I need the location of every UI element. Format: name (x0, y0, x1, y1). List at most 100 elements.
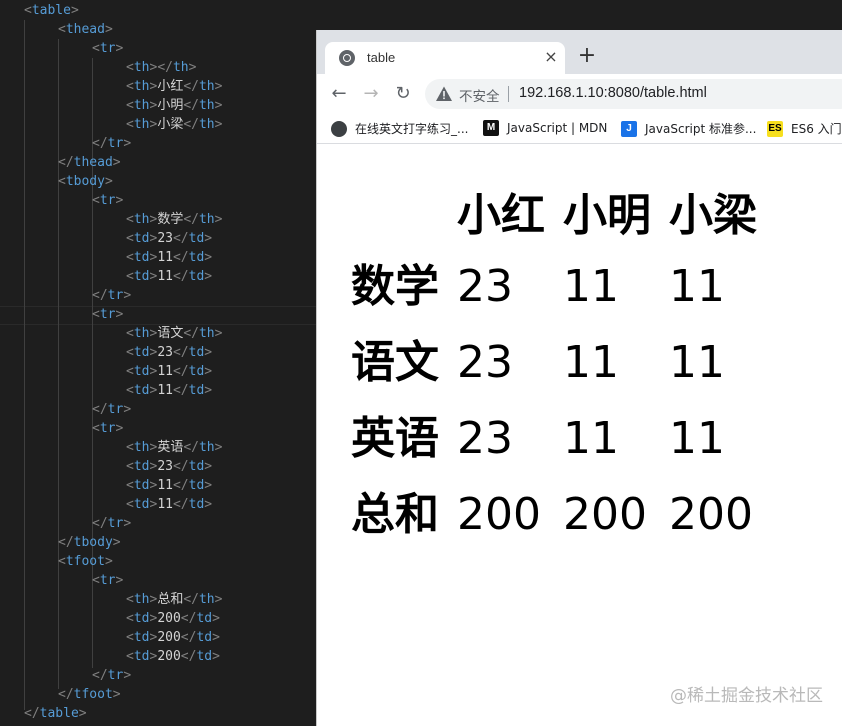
footer-cell: 200 (563, 489, 647, 540)
security-label[interactable]: 不安全 (459, 85, 500, 105)
header-cell: 小梁 (669, 190, 757, 241)
tag-bracket: > (204, 345, 213, 360)
tag-name: td (133, 250, 150, 265)
tag-name: tbody (73, 535, 113, 550)
tag-bracket: > (204, 231, 213, 246)
tag-name: tbody (65, 174, 105, 189)
globe-icon (331, 120, 347, 137)
cell-text: 23 (157, 231, 173, 246)
tag-bracket: </ (183, 98, 199, 113)
tag-bracket: < (92, 41, 100, 56)
tag-bracket: < (126, 440, 134, 455)
es-icon: ES (767, 120, 783, 137)
tag-name: th (198, 592, 215, 607)
forward-button[interactable]: → (359, 82, 383, 106)
tag-name: thead (73, 155, 113, 170)
tag-bracket: < (126, 611, 134, 626)
close-icon[interactable]: × (541, 47, 561, 67)
tag-name: th (198, 117, 215, 132)
cell-text: 语文 (157, 326, 184, 341)
tag-bracket: > (115, 307, 124, 322)
tab-strip: table × + (317, 30, 842, 74)
bookmark-item[interactable]: 在线英文打字练习_... (331, 120, 468, 138)
tag-bracket: </ (183, 592, 199, 607)
tag-name: tr (99, 421, 116, 436)
tag-bracket: </ (172, 459, 189, 474)
tag-bracket: > (123, 288, 132, 303)
tag-bracket: </ (172, 478, 189, 493)
tag-bracket: > (78, 706, 87, 721)
back-button[interactable]: ← (327, 82, 351, 106)
tag-bracket: < (126, 60, 134, 75)
tag-name: th (133, 212, 150, 227)
tag-bracket: < (126, 383, 134, 398)
tag-name: tr (107, 402, 124, 417)
tag-name: tr (99, 307, 116, 322)
tag-bracket: < (126, 79, 134, 94)
tag-bracket: < (126, 326, 134, 341)
tag-bracket: </ (172, 269, 189, 284)
cell-text: 11 (157, 250, 173, 265)
table-row: 数学 23 11 11 (349, 250, 771, 324)
tag-bracket: > (115, 193, 124, 208)
tag-name: tr (107, 288, 124, 303)
tag-bracket: < (126, 98, 134, 113)
tag-bracket: </ (58, 535, 74, 550)
new-tab-button[interactable]: + (575, 44, 599, 68)
bookmark-item[interactable]: J JavaScript 标准参... (621, 120, 756, 138)
tag-bracket: > (104, 174, 113, 189)
bookmark-label: JavaScript 标准参... (645, 122, 757, 136)
tag-bracket: > (204, 478, 213, 493)
tag-bracket: < (126, 250, 134, 265)
reload-button[interactable]: ↻ (391, 82, 415, 106)
tab-table[interactable]: table × (325, 42, 565, 74)
tag-name: td (188, 250, 205, 265)
url-text[interactable]: 192.168.1.10:8080/table.html (519, 85, 707, 101)
table-cell: 11 (563, 261, 619, 312)
cell-text: 200 (157, 649, 181, 664)
cell-text: 数学 (157, 212, 184, 227)
tag-name: th (198, 440, 215, 455)
address-bar[interactable]: 不安全 192.168.1.10:8080/table.html (425, 79, 842, 109)
tag-bracket: > (123, 516, 132, 531)
table-row: 语文 23 11 11 (349, 326, 771, 400)
tag-name: td (196, 649, 213, 664)
tag-bracket: > (204, 459, 213, 474)
tag-name: td (133, 630, 150, 645)
tag-name: td (133, 383, 150, 398)
bookmark-item[interactable]: M JavaScript | MDN (483, 120, 607, 138)
tag-bracket: > (214, 212, 223, 227)
row-header-cell: 语文 (351, 337, 439, 388)
tag-bracket: > (214, 326, 223, 341)
cell-text: 11 (157, 478, 173, 493)
tag-name: tr (99, 41, 116, 56)
tag-name: th (133, 79, 150, 94)
cell-text: 11 (157, 364, 173, 379)
tag-bracket: </ (58, 687, 74, 702)
tag-name: td (188, 459, 205, 474)
tag-name: th (198, 79, 215, 94)
table-cell: 11 (563, 413, 619, 464)
tag-name: tr (107, 136, 124, 151)
address-separator (508, 86, 509, 102)
tag-bracket: </ (183, 212, 199, 227)
bookmark-item[interactable]: ES ES6 入门教 (767, 120, 842, 138)
table-cell: 23 (457, 337, 513, 388)
mdn-icon: M (483, 120, 499, 136)
tag-name: tr (107, 516, 124, 531)
tag-name: td (133, 345, 150, 360)
tag-bracket: > (123, 668, 132, 683)
tag-bracket: < (126, 459, 134, 474)
tag-bracket: </ (92, 288, 108, 303)
tag-bracket: </ (92, 402, 108, 417)
tag-bracket: > (112, 535, 121, 550)
tag-name: tfoot (65, 554, 105, 569)
tag-bracket: </ (172, 383, 189, 398)
tag-name: th (133, 326, 150, 341)
warning-icon[interactable] (435, 85, 453, 103)
tag-name: th (133, 60, 150, 75)
tag-name: td (133, 364, 150, 379)
tag-bracket: > (115, 41, 124, 56)
tag-bracket: > (204, 269, 213, 284)
tag-name: tr (99, 573, 116, 588)
